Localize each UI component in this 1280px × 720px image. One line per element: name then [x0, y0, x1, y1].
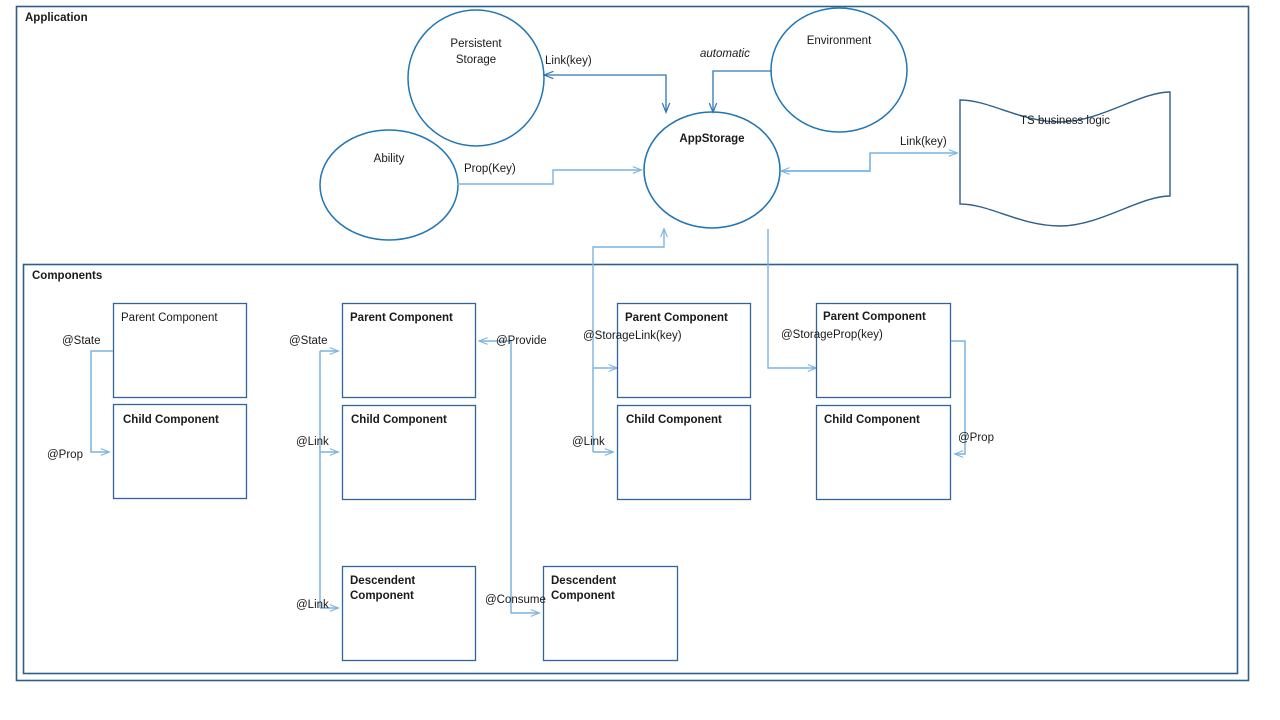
edge-label-prop-1: @Prop: [47, 449, 83, 461]
ability-label: Ability: [373, 153, 405, 165]
edge-label-storageprop-5: @StorageProp(key): [781, 329, 883, 341]
edge-label-state-1: @State: [62, 335, 101, 347]
edge-provide-consume-trunk: [479, 341, 539, 613]
edge-automatic-environment: [713, 70, 772, 112]
child-4-label: Child Component: [626, 414, 722, 426]
edge-label-link-key-storage: Link(key): [545, 55, 592, 67]
parent-2-label: Parent Component: [350, 312, 453, 324]
descendent-2-label: Descendent Component: [350, 575, 416, 602]
persistent-storage-label: Persistent Storage: [450, 38, 502, 66]
parent-5-label: Parent Component: [823, 311, 926, 323]
ts-business-logic-label: TS business logic: [1019, 115, 1111, 127]
child-1-label: Child Component: [123, 414, 219, 426]
appstorage-shape: [643, 111, 781, 229]
edge-state-prop-1: [90, 350, 113, 452]
ts-business-logic-shape: [959, 91, 1171, 227]
descendent-3-label: Descendent Component: [551, 575, 617, 602]
edge-label-provide-2: @Provide: [496, 335, 547, 347]
diagram-canvas: Application Components Persistent Storag…: [0, 0, 1280, 720]
parent-4-label: Parent Component: [625, 312, 728, 324]
edge-label-link-2a: @Link: [296, 436, 329, 448]
edge-label-consume-3: @Consume: [485, 594, 546, 606]
edge-storageprop-trunk: [767, 229, 816, 368]
edge-label-storagelink-4: @StorageLink(key): [583, 330, 682, 342]
edge-label-state-2: @State: [289, 335, 328, 347]
edge-label-link-4: @Link: [572, 436, 605, 448]
child-5-label: Child Component: [824, 414, 920, 426]
ability-shape: [319, 129, 459, 241]
components-frame-title: Components: [32, 270, 103, 282]
edge-label-prop-key-ability: Prop(Key): [464, 163, 516, 175]
environment-shape: [770, 7, 908, 133]
persistent-storage-shape: [407, 9, 545, 147]
edge-link-key-ts-in: [781, 153, 871, 171]
edge-link-key-storage: [544, 75, 666, 112]
appstorage-label: AppStorage: [679, 133, 745, 145]
edge-label-link-key-ts: Link(key): [900, 136, 947, 148]
parent-1-label: Parent Component: [121, 312, 218, 324]
edge-label-automatic: automatic: [700, 48, 750, 60]
environment-label: Environment: [806, 35, 872, 47]
application-frame-title: Application: [25, 12, 88, 24]
diagram-vector-layer: [15, 5, 1250, 682]
edge-label-link-2b: @Link: [296, 599, 329, 611]
child-2-label: Child Component: [351, 414, 447, 426]
edge-label-prop-5: @Prop: [958, 432, 994, 444]
edge-link-key-ts-out: [781, 153, 957, 172]
